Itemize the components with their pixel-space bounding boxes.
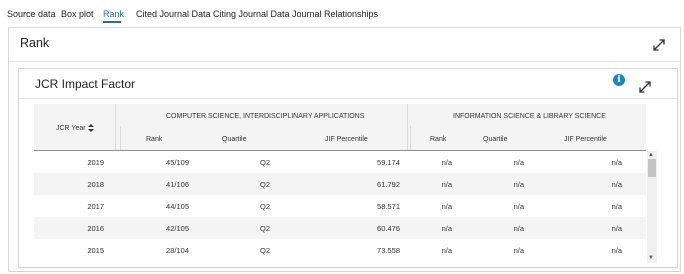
table-row: 2015 28/104 Q2 73.558 n/a n/a n/a	[34, 239, 646, 261]
table-scrollbar[interactable]: ▲ ▼	[647, 151, 657, 263]
cell-rank: 28/104	[166, 246, 189, 255]
cell-rank: 44/105	[166, 202, 189, 211]
cell-rank: n/a	[441, 180, 452, 189]
panel-title: Rank	[20, 36, 50, 50]
cell-quartile: Q2	[259, 224, 270, 233]
table-row: 2016 42/105 Q2 60.476 n/a n/a n/a	[34, 217, 646, 239]
cell-rank: 45/109	[166, 158, 189, 167]
expand-arrows-icon[interactable]	[653, 39, 665, 51]
scroll-down-icon[interactable]: ▼	[648, 255, 654, 261]
cell-quartile: Q2	[259, 180, 270, 189]
cell-year: 2016	[87, 224, 104, 233]
column-divider	[407, 104, 408, 151]
cell-jif-percentile: 73.558	[377, 246, 400, 255]
cell-jif-percentile: 61.792	[377, 180, 400, 189]
expand-arrows-icon[interactable]	[639, 81, 651, 93]
group-header-computer-science: COMPUTER SCIENCE, INTERDISCIPLINARY APPL…	[166, 113, 365, 120]
tab-bar: Source data Box plot Rank Cited Journal …	[0, 0, 684, 26]
column-divider	[115, 104, 116, 151]
column-header-rank: Rank	[146, 136, 163, 143]
table-header	[34, 104, 646, 151]
card-title: JCR Impact Factor	[35, 77, 136, 91]
tab-box-plot[interactable]: Box plot	[61, 9, 94, 19]
cell-quartile: Q2	[259, 158, 270, 167]
cell-jif-percentile: n/a	[611, 224, 622, 233]
sort-icon[interactable]	[87, 124, 94, 132]
cell-quartile: n/a	[513, 224, 524, 233]
table-row: 2019 45/109 Q2 59.174 n/a n/a n/a	[34, 151, 646, 173]
tab-cited-journal-data[interactable]: Cited Journal Data	[136, 9, 211, 19]
cell-quartile: n/a	[513, 180, 524, 189]
cell-jif-percentile: n/a	[611, 180, 622, 189]
cell-rank: n/a	[441, 202, 452, 211]
column-header-quartile: Quartile	[483, 136, 508, 143]
cell-quartile: n/a	[513, 246, 524, 255]
active-tab-indicator	[103, 21, 121, 23]
cell-rank: n/a	[441, 158, 452, 167]
cell-jif-percentile: n/a	[611, 246, 622, 255]
cell-rank: 42/105	[166, 224, 189, 233]
jcr-year-header[interactable]: JCR Year	[56, 124, 94, 132]
jcr-impact-factor-card: JCR Impact Factor i JCR Year COMPUTER SC…	[18, 68, 678, 268]
cell-jif-percentile: n/a	[611, 158, 622, 167]
jcr-year-label: JCR Year	[56, 124, 86, 132]
cell-year: 2017	[87, 202, 104, 211]
column-header-jif-percentile: JIF Percentile	[564, 136, 607, 143]
cell-quartile: n/a	[513, 202, 524, 211]
scroll-up-icon[interactable]: ▲	[648, 152, 654, 158]
column-header-quartile: Quartile	[222, 136, 247, 143]
cell-jif-percentile: 58.571	[377, 202, 400, 211]
cell-quartile: n/a	[513, 158, 524, 167]
scrollbar-thumb[interactable]	[648, 159, 656, 177]
cell-quartile: Q2	[259, 246, 270, 255]
tab-source-data[interactable]: Source data	[7, 9, 56, 19]
cell-year: 2018	[87, 180, 104, 189]
cell-rank: n/a	[441, 224, 452, 233]
cell-year: 2015	[87, 246, 104, 255]
cell-rank: n/a	[441, 246, 452, 255]
column-divider	[410, 126, 411, 151]
cell-jif-percentile: n/a	[611, 202, 622, 211]
cell-jif-percentile: 60.476	[377, 224, 400, 233]
table-row: 2017 44/105 Q2 58.571 n/a n/a n/a	[34, 195, 646, 217]
tab-rank[interactable]: Rank	[103, 9, 124, 19]
divider	[9, 61, 680, 62]
info-icon[interactable]: i	[613, 74, 625, 86]
column-divider	[120, 126, 121, 151]
cell-quartile: Q2	[259, 202, 270, 211]
cell-year: 2019	[87, 158, 104, 167]
group-header-information-science: INFORMATION SCIENCE & LIBRARY SCIENCE	[453, 113, 606, 120]
table-row: 2018 41/106 Q2 61.792 n/a n/a n/a	[34, 173, 646, 195]
tab-journal-relationships[interactable]: Journal Relationships	[292, 9, 378, 19]
cell-jif-percentile: 59.174	[377, 158, 400, 167]
cell-rank: 41/106	[166, 180, 189, 189]
column-header-rank: Rank	[430, 136, 447, 143]
divider	[19, 98, 677, 99]
rank-table: JCR Year COMPUTER SCIENCE, INTERDISCIPLI…	[34, 104, 646, 264]
tab-citing-journal-data[interactable]: Citing Journal Data	[213, 9, 290, 19]
column-header-jif-percentile: JIF Percentile	[325, 136, 368, 143]
